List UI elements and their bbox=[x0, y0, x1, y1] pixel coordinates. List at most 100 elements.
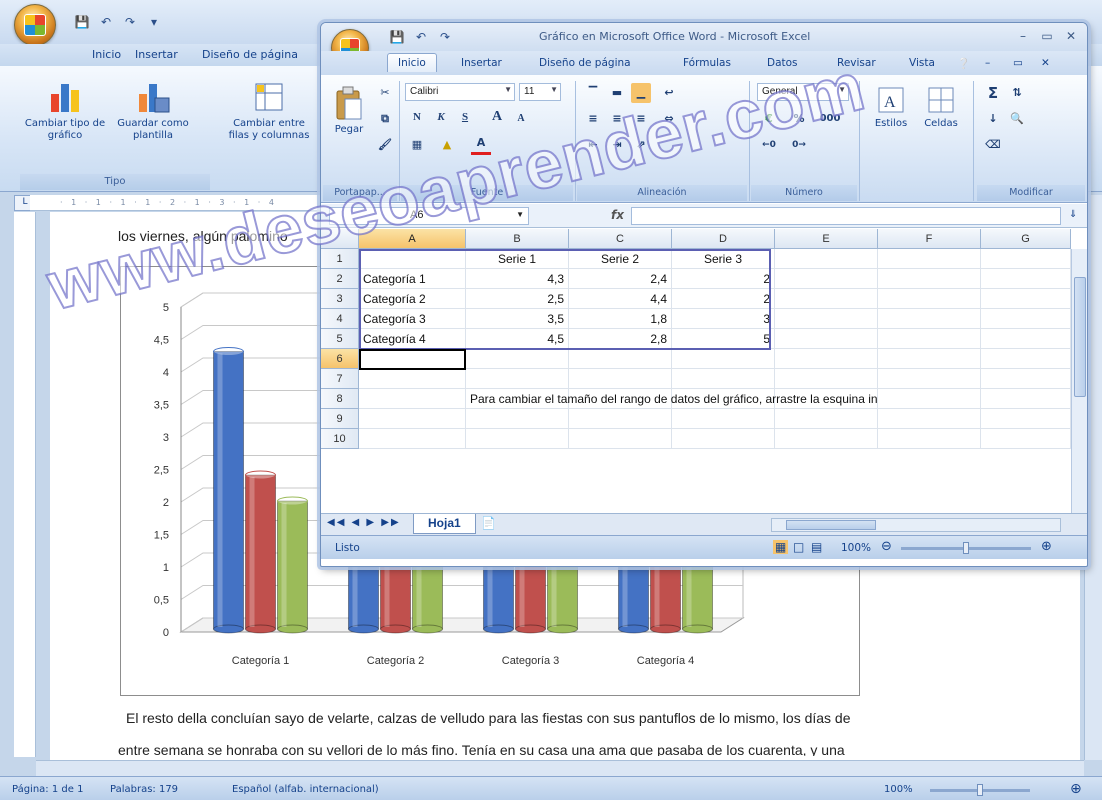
autosum-button[interactable]: Σ bbox=[983, 83, 1003, 103]
sheet-tab-hoja1[interactable]: Hoja1 bbox=[413, 514, 476, 534]
table-cell[interactable] bbox=[359, 369, 466, 389]
table-cell[interactable] bbox=[981, 389, 1071, 409]
row-header[interactable]: 7 bbox=[321, 369, 359, 389]
format-painter-icon[interactable]: 🖌 bbox=[375, 135, 395, 155]
decrease-indent-icon[interactable]: ⇤ bbox=[583, 135, 603, 155]
row-header[interactable]: 4 bbox=[321, 309, 359, 329]
borders-icon[interactable]: ▦ bbox=[407, 135, 427, 155]
fill-icon[interactable]: ↓ bbox=[983, 109, 1003, 129]
table-cell[interactable] bbox=[466, 369, 569, 389]
align-bottom-icon[interactable]: ▁ bbox=[631, 83, 651, 103]
table-cell[interactable]: 4,5 bbox=[466, 329, 569, 349]
excel-tab-datos[interactable]: Datos bbox=[767, 57, 798, 69]
underline-button[interactable]: S bbox=[455, 107, 475, 127]
column-header[interactable]: F bbox=[878, 229, 981, 249]
redo-icon[interactable]: ↷ bbox=[120, 13, 140, 31]
table-cell[interactable] bbox=[878, 269, 981, 289]
insert-sheet-icon[interactable]: 📄 bbox=[481, 516, 496, 530]
table-cell[interactable] bbox=[981, 349, 1071, 369]
sort-filter-icon[interactable]: ⇅ bbox=[1007, 83, 1027, 103]
table-cell[interactable] bbox=[981, 289, 1071, 309]
table-cell[interactable] bbox=[878, 409, 981, 429]
table-cell[interactable]: 2,4 bbox=[569, 269, 672, 289]
table-cell[interactable] bbox=[359, 409, 466, 429]
align-middle-icon[interactable]: ▬ bbox=[607, 83, 627, 103]
merge-center-icon[interactable]: ⇔ bbox=[659, 109, 679, 129]
excel-tab-formulas[interactable]: Fórmulas bbox=[683, 57, 731, 69]
excel-redo-icon[interactable]: ↷ bbox=[435, 28, 455, 46]
table-cell[interactable] bbox=[569, 429, 672, 449]
table-cell[interactable] bbox=[359, 429, 466, 449]
word-horizontal-scrollbar[interactable] bbox=[36, 760, 1084, 776]
table-cell[interactable] bbox=[775, 329, 878, 349]
formula-input[interactable] bbox=[631, 207, 1061, 225]
excel-zoom-level[interactable]: 100% bbox=[841, 542, 871, 554]
increase-indent-icon[interactable]: ⇥ bbox=[607, 135, 627, 155]
minimize-icon[interactable]: – bbox=[1011, 27, 1035, 45]
name-box[interactable]: A6 ▼ bbox=[329, 207, 529, 225]
table-cell[interactable] bbox=[981, 269, 1071, 289]
cells-button[interactable]: Celdas bbox=[919, 85, 963, 129]
table-cell[interactable] bbox=[775, 409, 878, 429]
table-cell[interactable]: Categoría 2 bbox=[359, 289, 466, 309]
table-cell[interactable] bbox=[878, 289, 981, 309]
excel-zoom-slider[interactable] bbox=[901, 542, 1031, 554]
table-cell[interactable] bbox=[878, 349, 981, 369]
table-cell[interactable]: 3,5 bbox=[466, 309, 569, 329]
table-cell[interactable] bbox=[775, 309, 878, 329]
excel-tab-vista[interactable]: Vista bbox=[909, 57, 935, 69]
table-cell[interactable] bbox=[775, 289, 878, 309]
table-cell[interactable]: Serie 3 bbox=[672, 249, 775, 269]
status-language[interactable]: Español (alfab. internacional) bbox=[232, 784, 379, 795]
table-cell[interactable]: Serie 2 bbox=[569, 249, 672, 269]
page-break-view-icon[interactable]: ▤ bbox=[811, 540, 822, 554]
align-center-icon[interactable]: ≡ bbox=[607, 109, 627, 129]
word-office-button[interactable] bbox=[14, 4, 56, 46]
font-name-combo[interactable]: Calibri ▼ bbox=[405, 83, 515, 101]
normal-view-icon[interactable]: ▦ bbox=[773, 540, 789, 554]
ribbon-minimize-icon[interactable]: – bbox=[985, 57, 990, 69]
page-layout-view-icon[interactable]: □ bbox=[793, 540, 804, 554]
table-cell[interactable]: 4,4 bbox=[569, 289, 672, 309]
word-zoom-slider[interactable] bbox=[930, 784, 1030, 796]
word-tab-inicio[interactable]: Inicio bbox=[92, 48, 121, 61]
status-page[interactable]: Página: 1 de 1 bbox=[12, 784, 83, 795]
table-cell[interactable] bbox=[981, 369, 1071, 389]
column-header[interactable]: E bbox=[775, 229, 878, 249]
table-cell[interactable] bbox=[775, 429, 878, 449]
orientation-icon[interactable]: ⇗ bbox=[631, 135, 651, 155]
undo-icon[interactable]: ↶ bbox=[96, 13, 116, 31]
table-cell[interactable] bbox=[672, 409, 775, 429]
word-zoom-level[interactable]: 100% bbox=[884, 784, 913, 795]
excel-horizontal-scroll-thumb[interactable] bbox=[786, 520, 876, 530]
table-cell[interactable] bbox=[359, 389, 466, 409]
excel-save-icon[interactable]: 💾 bbox=[387, 28, 407, 46]
table-cell[interactable]: 2 bbox=[672, 269, 775, 289]
excel-vertical-scrollbar[interactable] bbox=[1071, 249, 1087, 513]
table-cell[interactable] bbox=[466, 409, 569, 429]
table-cell[interactable] bbox=[569, 369, 672, 389]
table-cell[interactable] bbox=[878, 429, 981, 449]
table-cell[interactable]: 1,8 bbox=[569, 309, 672, 329]
table-cell[interactable]: 2,8 bbox=[569, 329, 672, 349]
excel-tab-insertar[interactable]: Insertar bbox=[461, 57, 502, 69]
shrink-font-button[interactable]: A bbox=[511, 109, 531, 129]
word-tab-insertar[interactable]: Insertar bbox=[135, 48, 178, 61]
table-cell[interactable] bbox=[569, 349, 672, 369]
table-cell[interactable] bbox=[672, 349, 775, 369]
percent-button[interactable]: % bbox=[789, 109, 809, 129]
column-header[interactable]: B bbox=[466, 229, 569, 249]
zoom-in-icon[interactable]: ⊕ bbox=[1041, 539, 1052, 554]
bold-button[interactable]: N bbox=[407, 107, 427, 127]
table-cell[interactable] bbox=[672, 369, 775, 389]
grow-font-button[interactable]: A bbox=[487, 107, 507, 127]
zoom-in-icon[interactable]: ⊕ bbox=[1070, 781, 1082, 797]
table-cell[interactable] bbox=[878, 369, 981, 389]
copy-icon[interactable]: ⧉ bbox=[375, 109, 395, 129]
find-select-icon[interactable]: 🔍 bbox=[1007, 109, 1027, 129]
table-cell[interactable]: 2 bbox=[672, 289, 775, 309]
table-cell[interactable]: Categoría 4 bbox=[359, 329, 466, 349]
table-cell[interactable] bbox=[775, 269, 878, 289]
table-cell[interactable] bbox=[878, 249, 981, 269]
table-cell[interactable] bbox=[775, 349, 878, 369]
